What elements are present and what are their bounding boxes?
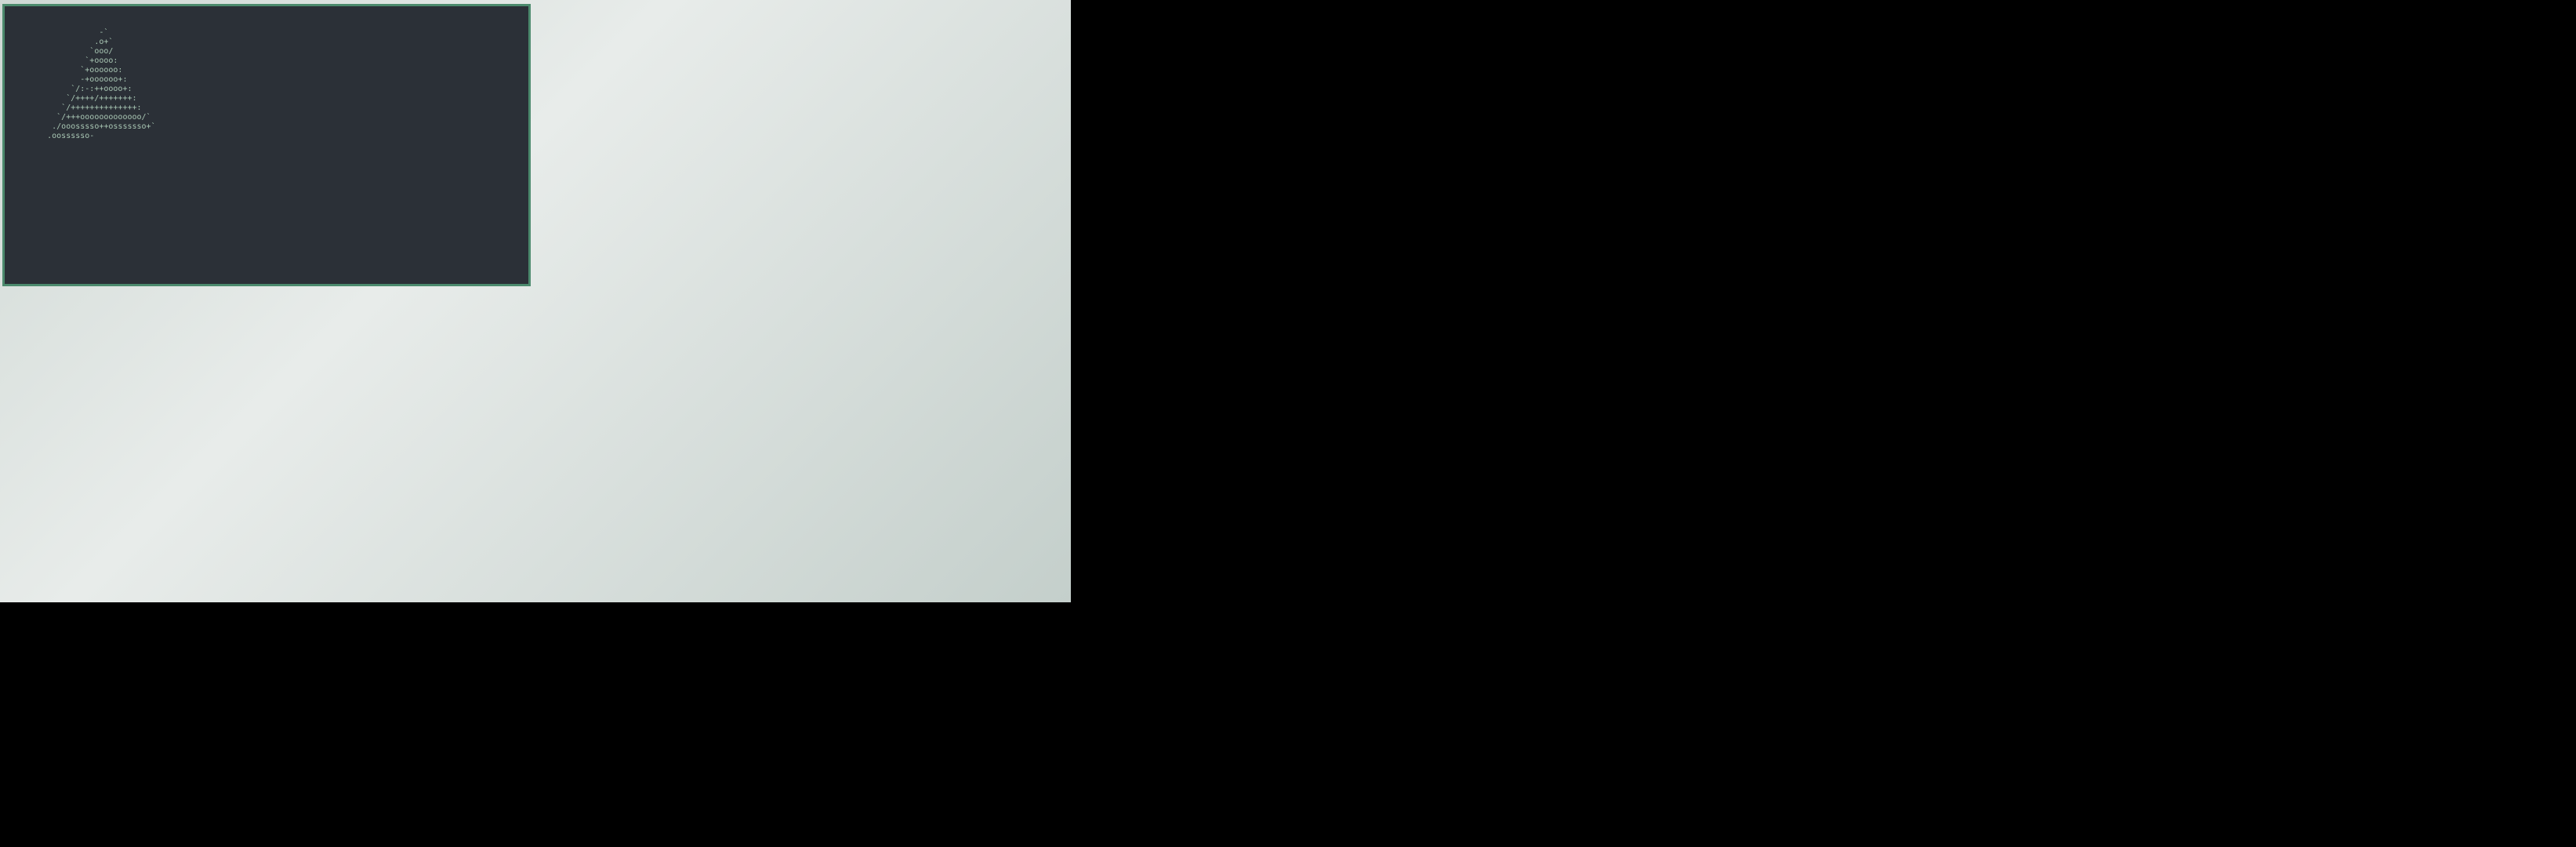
arch-ascii-logo: -` .o+` `ooo/ `+oooo: `+oooooo: -+oooooo…: [47, 28, 156, 140]
fetch-terminal[interactable]: -` .o+` `ooo/ `+oooo: `+oooooo: -+oooooo…: [2, 4, 531, 286]
